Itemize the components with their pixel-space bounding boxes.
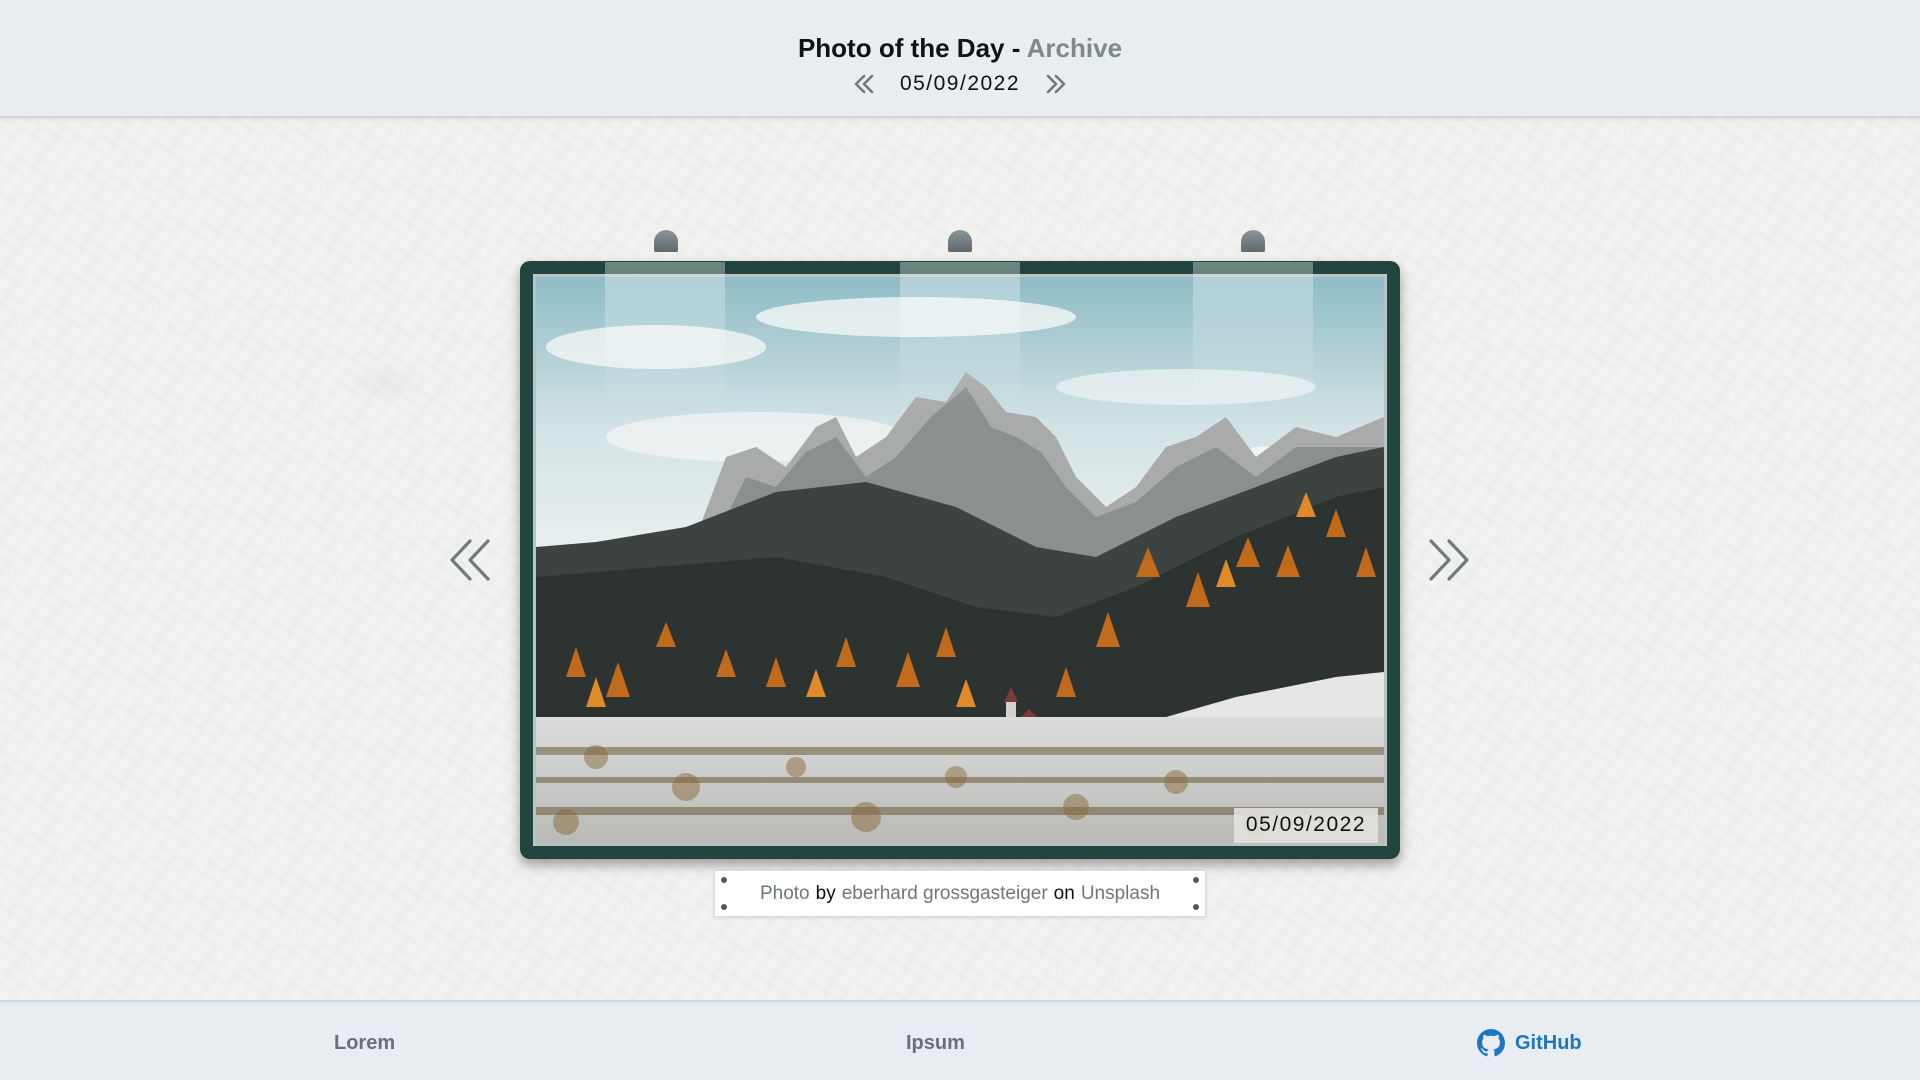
current-date: 05/09/2022 [899,72,1021,95]
github-label: GitHub [1515,1031,1582,1054]
corner-dot [721,904,727,910]
page-title: Photo of the Day - Archive [0,33,1920,64]
corner-dot [721,877,727,883]
pin-icon [1241,230,1265,252]
author-link[interactable]: eberhard grossgasteiger [842,883,1048,905]
photo-credit-card: Photo by eberhard grossgasteiger on Unsp… [714,870,1206,917]
title-main: Photo of the Day - [797,33,1027,63]
pin-icon [654,230,678,252]
previous-photo-button[interactable] [448,535,494,585]
landscape-image [536,277,1384,843]
photo-date-badge: 05/09/2022 [1233,808,1378,843]
double-chevron-left-icon[interactable] [852,73,876,95]
footer-link-lorem[interactable]: Lorem [334,1032,395,1055]
caption-by: by [815,882,836,904]
footer-link-ipsum[interactable]: Ipsum [906,1032,965,1055]
next-photo-button[interactable] [1425,535,1471,585]
github-link[interactable]: GitHub [1477,1029,1582,1057]
title-archive-link[interactable]: Archive [1027,33,1122,63]
photo-frame: 05/09/2022 [520,261,1400,859]
photo-of-the-day[interactable]: 05/09/2022 [533,274,1387,846]
caption-on: on [1053,882,1075,904]
date-navigation: 05/09/2022 [0,72,1920,96]
double-chevron-right-icon[interactable] [1044,73,1068,95]
unsplash-link[interactable]: Unsplash [1081,883,1160,905]
footer: Lorem Ipsum GitHub [0,1000,1920,1080]
header: Photo of the Day - Archive 05/09/2022 [0,0,1920,118]
photo-link[interactable]: Photo [760,883,810,905]
corner-dot [1193,904,1199,910]
github-icon [1477,1029,1505,1057]
pin-icon [948,230,972,252]
corner-dot [1193,877,1199,883]
